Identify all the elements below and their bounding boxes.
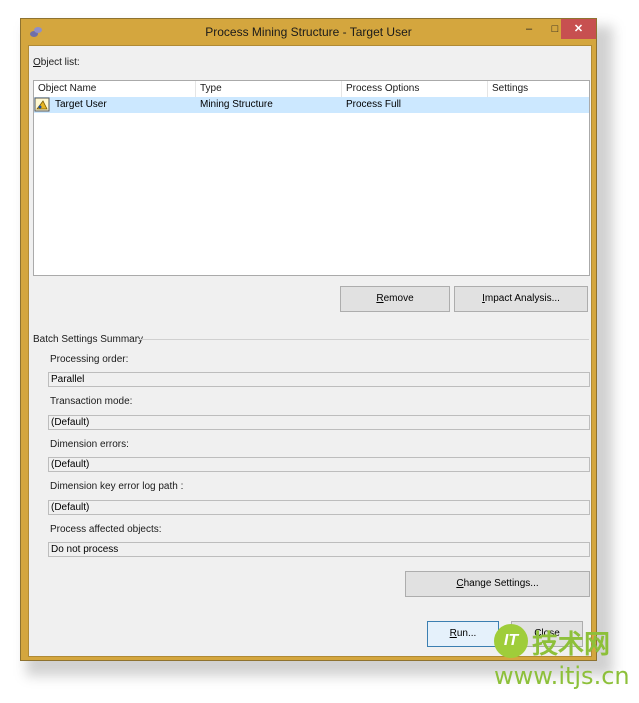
run-mnemonic: R <box>449 628 457 639</box>
mining-structure-icon <box>34 97 51 113</box>
processing-order-label: Processing order: <box>50 354 129 365</box>
column-header-settings[interactable]: Settings <box>488 81 589 97</box>
dimension-errors-label: Dimension errors: <box>50 439 129 450</box>
cell-process-options: Process Full <box>342 97 488 113</box>
table-row[interactable]: Target User Mining Structure Process Ful… <box>34 97 589 113</box>
remove-label: emove <box>383 293 414 304</box>
group-divider <box>139 339 589 340</box>
column-header-object-name[interactable]: Object Name <box>34 81 196 97</box>
impact-label: mpact Analysis... <box>484 293 560 304</box>
remove-button[interactable]: Remove <box>340 286 450 312</box>
run-button[interactable]: Run... <box>427 621 499 647</box>
remove-mnemonic: R <box>376 293 384 304</box>
object-list-label: Object list: <box>33 57 80 68</box>
dialog-window: Process Mining Structure - Target User –… <box>20 18 597 661</box>
change-settings-button[interactable]: Change Settings... <box>405 571 590 597</box>
column-header-process-options[interactable]: Process Options <box>342 81 488 97</box>
object-list[interactable]: Object Name Type Process Options Setting… <box>33 80 590 276</box>
process-affected-label: Process affected objects: <box>50 524 162 535</box>
transaction-mode-field: (Default) <box>48 415 590 430</box>
object-list-label-text: bject list: <box>40 57 80 68</box>
minimize-button[interactable]: – <box>516 19 542 39</box>
window-title: Process Mining Structure - Target User <box>205 25 412 39</box>
change-mnemonic: C <box>456 578 464 589</box>
cell-object-name: Target User <box>51 97 196 113</box>
key-error-log-field: (Default) <box>48 500 590 515</box>
title-bar[interactable]: Process Mining Structure - Target User –… <box>21 19 596 45</box>
window-close-button[interactable]: ✕ <box>561 19 596 39</box>
change-label: hange Settings... <box>463 578 539 589</box>
run-label: un... <box>456 628 477 639</box>
dimension-errors-field: (Default) <box>48 457 590 472</box>
process-affected-field: Do not process <box>48 542 590 557</box>
cell-settings <box>488 97 589 113</box>
object-list-label-mnemonic: O <box>33 57 41 68</box>
watermark-text: 技术网 <box>532 629 611 659</box>
cell-type: Mining Structure <box>196 97 342 113</box>
watermark-logo: IT <box>494 624 528 658</box>
watermark: IT 技术网 www.itjs.cn <box>494 622 630 692</box>
watermark-url: www.itjs.cn <box>494 662 630 690</box>
transaction-mode-label: Transaction mode: <box>50 396 133 407</box>
batch-settings-title: Batch Settings Summary <box>33 334 144 345</box>
key-error-log-label: Dimension key error log path : <box>50 481 184 492</box>
column-header-type[interactable]: Type <box>196 81 342 97</box>
list-header: Object Name Type Process Options Setting… <box>34 81 589 98</box>
impact-analysis-button[interactable]: Impact Analysis... <box>454 286 588 312</box>
processing-order-field: Parallel <box>48 372 590 387</box>
dialog-body: Object list: Object Name Type Process Op… <box>28 45 592 657</box>
